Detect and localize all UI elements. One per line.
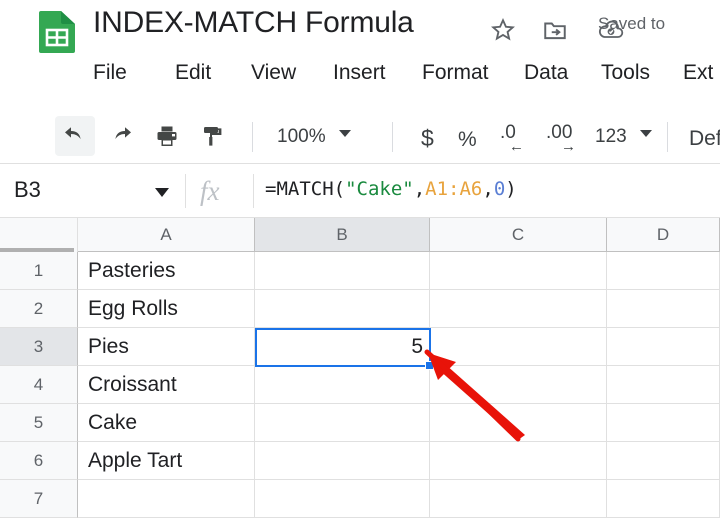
google-sheets-window: INDEX-MATCH Formula Saved to File Edit V…: [0, 0, 720, 518]
formula-segment-4: ,: [482, 178, 494, 200]
formula-bar-divider-1: [185, 174, 186, 208]
menu-edit[interactable]: Edit: [175, 58, 211, 88]
row-header-1[interactable]: 1: [0, 252, 78, 290]
row-header-3[interactable]: 3: [0, 328, 78, 366]
cell-C2[interactable]: [430, 290, 607, 328]
cell-B7[interactable]: [255, 480, 430, 518]
menu-tools[interactable]: Tools: [601, 58, 650, 88]
row-header-6[interactable]: 6: [0, 442, 78, 480]
fx-icon: fx: [200, 176, 220, 206]
decrease-decimal-button[interactable]: .0 ←: [498, 120, 540, 160]
font-selector[interactable]: Def: [689, 128, 720, 149]
formula-input[interactable]: =MATCH("Cake",A1:A6,0): [265, 178, 517, 200]
formula-segment-3: A1:A6: [425, 178, 483, 200]
toolbar-divider-2: [392, 122, 393, 152]
cell-D1[interactable]: [607, 252, 720, 290]
formula-segment-1: "Cake": [345, 178, 414, 200]
cell-A4[interactable]: Croissant: [78, 366, 255, 404]
undo-icon: [65, 127, 81, 140]
cell-D6[interactable]: [607, 442, 720, 480]
more-formats-label: 123: [595, 126, 627, 147]
paint-format-button[interactable]: [193, 116, 233, 156]
menu-extensions[interactable]: Ext: [683, 58, 713, 88]
select-all-corner[interactable]: [0, 218, 78, 253]
column-header-A[interactable]: A: [78, 218, 255, 252]
cell-B2[interactable]: [255, 290, 430, 328]
redo-icon: [115, 127, 131, 140]
currency-format-button[interactable]: $: [421, 127, 434, 150]
cell-A7[interactable]: [78, 480, 255, 518]
more-formats-selector[interactable]: 123: [595, 121, 653, 153]
formula-bar: B3 fx =MATCH("Cake",A1:A6,0): [0, 164, 720, 218]
formula-segment-5: 0: [493, 178, 506, 200]
chevron-down-icon-2: [640, 130, 653, 137]
cell-A5[interactable]: Cake: [78, 404, 255, 442]
cell-B1[interactable]: [255, 252, 430, 290]
save-status-label: Saved to: [598, 14, 666, 33]
toolbar-divider-1: [252, 122, 253, 152]
menu-insert[interactable]: Insert: [333, 58, 386, 88]
star-icon[interactable]: [487, 14, 517, 44]
red-arrow-annotation: [424, 349, 525, 442]
row-header-2[interactable]: 2: [0, 290, 78, 328]
chevron-down-icon: [339, 130, 352, 137]
undo-button[interactable]: [55, 116, 95, 156]
column-header-D[interactable]: D: [607, 218, 720, 252]
spreadsheet-grid[interactable]: ABCD 1234567 Pasteries Egg Rolls Pies 5 Croi…: [0, 218, 720, 518]
cell-A3[interactable]: Pies: [78, 328, 255, 366]
menu-view[interactable]: View: [251, 58, 296, 88]
formula-bar-divider-2: [253, 174, 254, 208]
arrow-left-icon: ←: [509, 138, 524, 155]
menubar: File Edit View Insert Format Data Tools …: [0, 58, 720, 102]
row-header-4[interactable]: 4: [0, 366, 78, 404]
move-to-folder-icon[interactable]: [539, 14, 569, 44]
cell-C1[interactable]: [430, 252, 607, 290]
cell-D2[interactable]: [607, 290, 720, 328]
document-title[interactable]: INDEX-MATCH Formula: [93, 6, 414, 40]
cell-C7[interactable]: [430, 480, 607, 518]
toolbar-divider-3: [667, 122, 668, 152]
print-button[interactable]: [147, 116, 187, 156]
cell-A2[interactable]: Egg Rolls: [78, 290, 255, 328]
redo-button[interactable]: [101, 116, 141, 156]
cell-D4[interactable]: [607, 366, 720, 404]
cell-D3[interactable]: [607, 328, 720, 366]
menu-data[interactable]: Data: [524, 58, 568, 88]
name-box[interactable]: B3: [0, 164, 185, 217]
row-header-5[interactable]: 5: [0, 404, 78, 442]
menu-file[interactable]: File: [93, 58, 127, 88]
percent-format-button[interactable]: %: [458, 129, 477, 150]
google-sheets-logo[interactable]: [36, 9, 78, 53]
formula-segment-6: ): [505, 178, 517, 200]
cell-A6[interactable]: Apple Tart: [78, 442, 255, 480]
column-header-C[interactable]: C: [430, 218, 607, 252]
zoom-selector[interactable]: 100%: [277, 121, 352, 153]
cell-D7[interactable]: [607, 480, 720, 518]
print-icon: [157, 126, 177, 146]
menu-format[interactable]: Format: [422, 58, 489, 88]
paint-format-icon: [204, 127, 222, 146]
titlebar: INDEX-MATCH Formula Saved to: [0, 0, 720, 58]
zoom-level-label: 100%: [277, 126, 326, 147]
name-box-chevron-down-icon: [155, 188, 169, 197]
arrow-right-icon: →: [561, 138, 576, 155]
cell-D5[interactable]: [607, 404, 720, 442]
increase-decimal-button[interactable]: .00 →: [544, 120, 586, 160]
formula-segment-2: ,: [413, 178, 426, 200]
column-header-B[interactable]: B: [255, 218, 430, 252]
row-header-7[interactable]: 7: [0, 480, 78, 518]
formula-segment-0: =MATCH(: [265, 178, 346, 200]
name-box-value: B3: [14, 177, 41, 202]
cell-A1[interactable]: Pasteries: [78, 252, 255, 290]
